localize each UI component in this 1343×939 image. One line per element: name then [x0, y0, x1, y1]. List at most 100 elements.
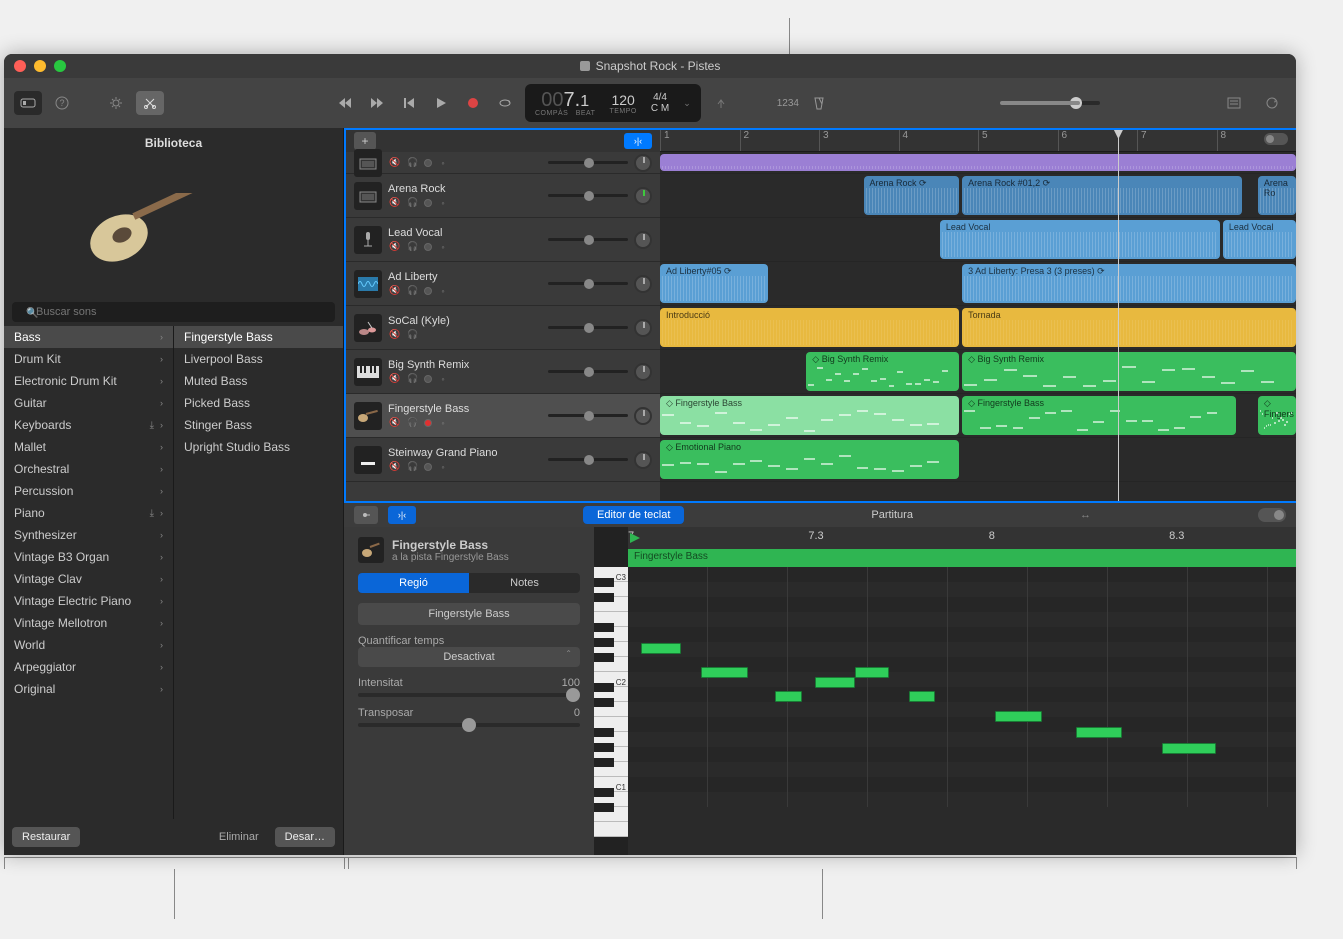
library-patch-item[interactable]: Muted Bass: [174, 370, 343, 392]
tuner-button[interactable]: [707, 91, 735, 115]
horizontal-zoom-icon[interactable]: ↔: [1080, 509, 1091, 521]
mute-button[interactable]: 🔇: [388, 417, 402, 429]
transpose-slider[interactable]: [358, 723, 580, 727]
close-button[interactable]: [14, 60, 26, 72]
tab-piano-roll[interactable]: Editor de teclat: [583, 506, 684, 524]
library-patch-list[interactable]: Fingerstyle BassLiverpool BassMuted Bass…: [174, 326, 343, 819]
track-lane[interactable]: Lead VocalLead Vocal: [660, 218, 1296, 262]
piano-key[interactable]: [594, 597, 628, 612]
library-category-item[interactable]: Guitar›: [4, 392, 173, 414]
library-patch-item[interactable]: Picked Bass: [174, 392, 343, 414]
save-button[interactable]: Desar…: [275, 827, 335, 847]
input-monitor[interactable]: ◦: [436, 285, 450, 297]
track-pan-knob[interactable]: [634, 363, 652, 381]
midi-note[interactable]: [995, 711, 1042, 722]
midi-note[interactable]: [775, 691, 802, 702]
record-enable[interactable]: [424, 199, 432, 207]
midi-note[interactable]: [855, 667, 888, 678]
quantize-select[interactable]: Desactivat: [358, 647, 580, 667]
piano-key[interactable]: [594, 702, 628, 717]
tab-region[interactable]: Regió: [358, 573, 469, 593]
region[interactable]: Lead Vocal: [1223, 220, 1296, 259]
region[interactable]: ◇ Fingerstyle Bass: [660, 396, 959, 435]
region[interactable]: Arena Rock #01,2 ⟳: [962, 176, 1242, 215]
arrangement-map[interactable]: [1264, 133, 1288, 145]
region[interactable]: [660, 154, 1296, 171]
search-input[interactable]: [12, 302, 335, 322]
mute-button[interactable]: 🔇: [388, 373, 402, 385]
solo-button[interactable]: 🎧: [406, 157, 420, 169]
restore-button[interactable]: Restaurar: [12, 827, 80, 847]
mute-button[interactable]: 🔇: [388, 197, 402, 209]
piano-roll-grid[interactable]: 77.388.3 Fingerstyle Bass: [628, 527, 1296, 855]
midi-note[interactable]: [641, 643, 681, 654]
track-pan-knob[interactable]: [634, 275, 652, 293]
record-enable[interactable]: [424, 375, 432, 383]
track-volume-slider[interactable]: [548, 414, 628, 417]
solo-button[interactable]: 🎧: [406, 373, 420, 385]
library-patch-item[interactable]: Fingerstyle Bass: [174, 326, 343, 348]
solo-button[interactable]: 🎧: [406, 329, 420, 341]
midi-note[interactable]: [909, 691, 936, 702]
zoom-button[interactable]: [54, 60, 66, 72]
lcd-display[interactable]: 007.1 COMPÀS BEAT 120 TEMPO 4/4 C M ⌄: [525, 84, 701, 122]
library-category-list[interactable]: Bass›Drum Kit›Electronic Drum Kit›Guitar…: [4, 326, 174, 819]
input-monitor[interactable]: ◦: [436, 373, 450, 385]
library-category-item[interactable]: Piano⤓›: [4, 502, 173, 524]
input-monitor[interactable]: ◦: [436, 417, 450, 429]
record-enable[interactable]: [424, 243, 432, 251]
solo-button[interactable]: 🎧: [406, 285, 420, 297]
track-pan-knob[interactable]: [634, 319, 652, 337]
record-enable[interactable]: [424, 159, 432, 167]
library-category-item[interactable]: Drum Kit›: [4, 348, 173, 370]
track-volume-slider[interactable]: [548, 370, 628, 373]
piano-key[interactable]: [594, 822, 628, 837]
region[interactable]: Ad Liberty#05 ⟳: [660, 264, 768, 303]
region[interactable]: 3 Ad Liberty: Presa 3 (3 preses) ⟳: [962, 264, 1296, 303]
region[interactable]: ◇ Fingers: [1258, 396, 1296, 435]
track-lane[interactable]: ◇ Fingerstyle Bass◇ Fingerstyle Bass◇ Fi…: [660, 394, 1296, 438]
region[interactable]: ◇ Big Synth Remix: [806, 352, 959, 391]
track-header[interactable]: Steinway Grand Piano🔇🎧◦: [346, 438, 660, 482]
input-monitor[interactable]: ◦: [436, 197, 450, 209]
library-category-item[interactable]: Orchestral›: [4, 458, 173, 480]
track-volume-slider[interactable]: [548, 458, 628, 461]
track-header[interactable]: SoCal (Kyle)🔇🎧: [346, 306, 660, 350]
midi-note[interactable]: [1162, 743, 1215, 754]
library-category-item[interactable]: Vintage Electric Piano›: [4, 590, 173, 612]
scissors-button[interactable]: [136, 91, 164, 115]
track-lane[interactable]: [660, 152, 1296, 174]
editor-toggle[interactable]: [1258, 508, 1286, 522]
region-strip[interactable]: Fingerstyle Bass: [628, 549, 1296, 567]
track-lane[interactable]: ◇ Big Synth Remix◇ Big Synth Remix: [660, 350, 1296, 394]
track-header[interactable]: Arena Rock🔇🎧◦: [346, 174, 660, 218]
track-header[interactable]: Lead Vocal🔇🎧◦: [346, 218, 660, 262]
midi-note[interactable]: [815, 677, 855, 688]
track-volume-slider[interactable]: [548, 282, 628, 285]
track-header[interactable]: Fingerstyle Bass🔇🎧◦: [346, 394, 660, 438]
piano-key[interactable]: [594, 807, 628, 822]
track-lane[interactable]: Arena Rock ⟳Arena Rock #01,2 ⟳Arena Ro: [660, 174, 1296, 218]
record-enable[interactable]: [424, 287, 432, 295]
input-monitor[interactable]: ◦: [436, 157, 450, 169]
piano-key[interactable]: [594, 657, 628, 672]
delete-button[interactable]: Eliminar: [209, 827, 269, 847]
count-in-button[interactable]: 1234: [777, 98, 799, 109]
track-pan-knob[interactable]: [634, 231, 652, 249]
record-enable[interactable]: [424, 463, 432, 471]
mute-button[interactable]: 🔇: [388, 329, 402, 341]
library-category-item[interactable]: World›: [4, 634, 173, 656]
input-monitor[interactable]: ◦: [436, 241, 450, 253]
track-pan-knob[interactable]: [634, 451, 652, 469]
timeline[interactable]: 12345678 Arena Rock ⟳Arena Rock #01,2 ⟳A…: [660, 130, 1296, 501]
minimize-button[interactable]: [34, 60, 46, 72]
library-patch-item[interactable]: Stinger Bass: [174, 414, 343, 436]
rewind-button[interactable]: [331, 91, 359, 115]
stop-button[interactable]: [395, 91, 423, 115]
piano-keyboard[interactable]: C3C2C1: [594, 527, 628, 855]
editor-divider-button[interactable]: ›|‹: [388, 506, 416, 524]
library-toggle[interactable]: [14, 91, 42, 115]
settings-button[interactable]: [102, 91, 130, 115]
quick-help-button[interactable]: ?: [48, 91, 76, 115]
solo-button[interactable]: 🎧: [406, 241, 420, 253]
